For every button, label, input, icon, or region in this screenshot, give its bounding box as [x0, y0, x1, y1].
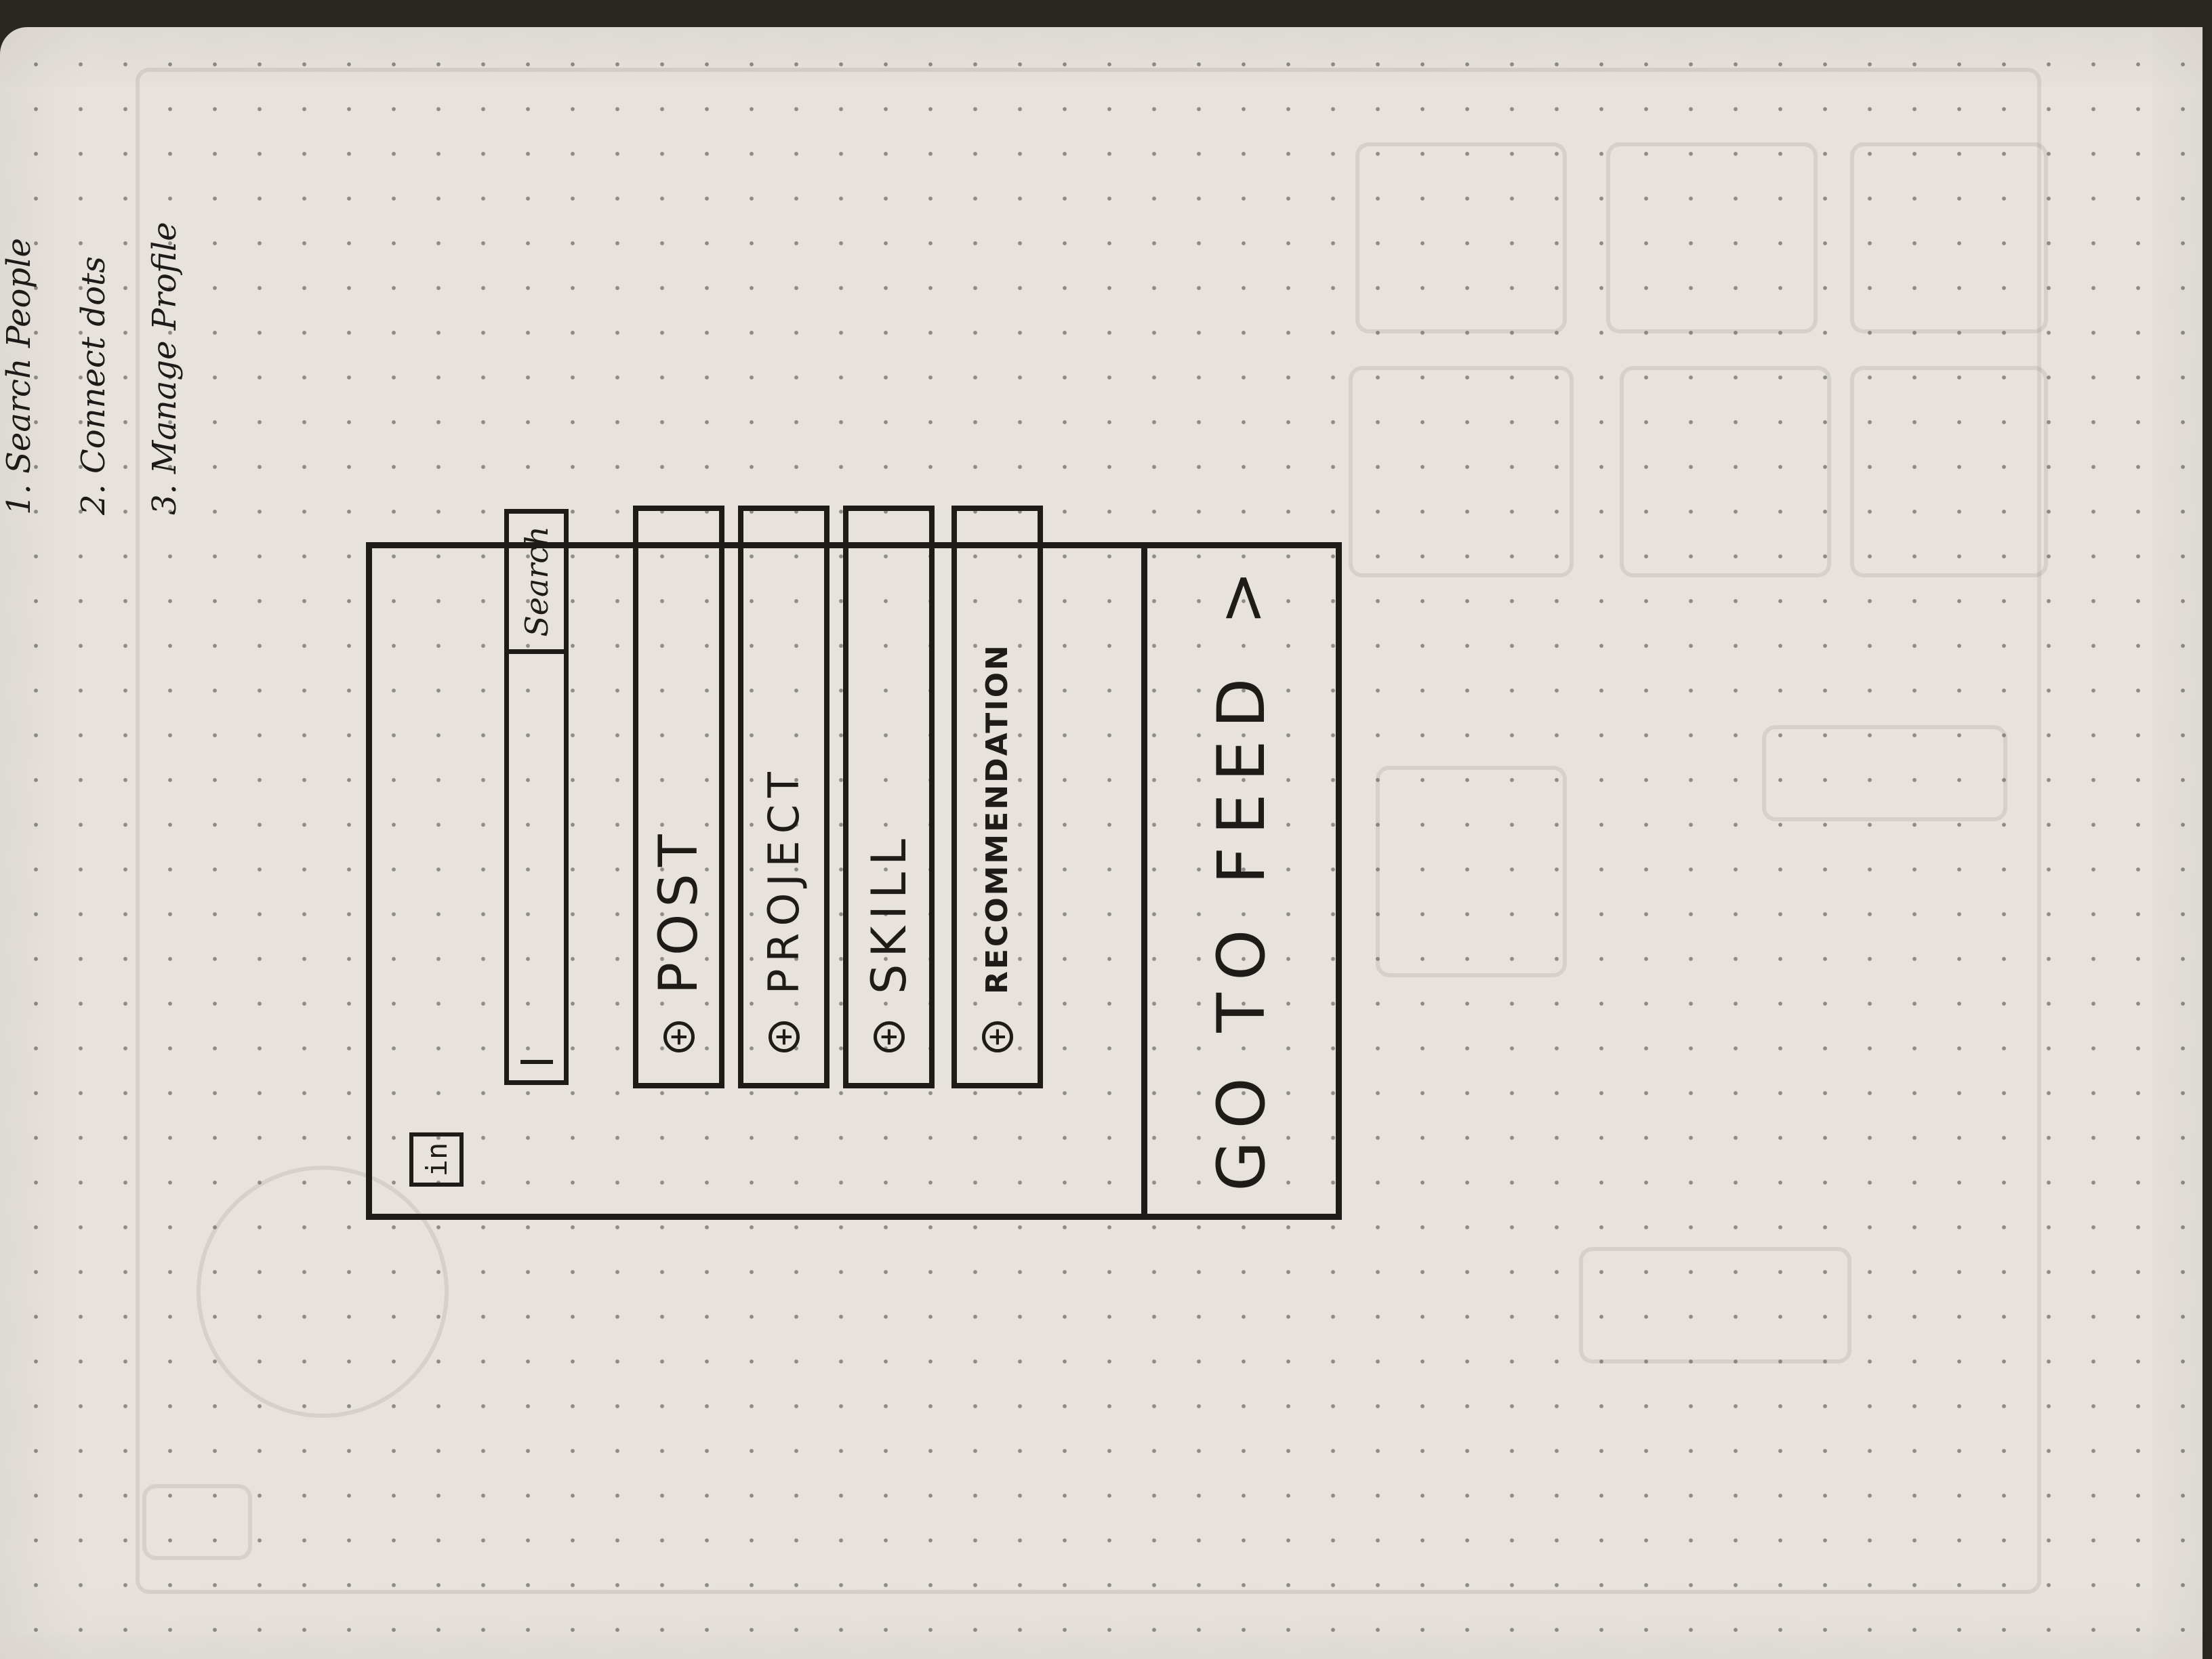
plus-circle-icon: + — [873, 1021, 905, 1052]
linkedin-logo-icon[interactable]: in — [409, 1132, 464, 1187]
ghost-input — [1579, 1247, 1851, 1364]
go-to-feed-button[interactable]: GO TO FEED > — [1141, 548, 1336, 1214]
text-cursor-icon — [520, 1060, 553, 1064]
ghost-card — [1850, 366, 2048, 577]
add-recommendation-label: RECOMMENDATION — [980, 643, 1015, 994]
note-3: 3. Manage Profile — [146, 222, 184, 515]
note-2: 2. Connect dots — [75, 256, 112, 515]
add-project-button[interactable]: + PROJECT — [738, 506, 830, 1088]
ghost-card — [1620, 366, 1831, 577]
plus-circle-icon: + — [663, 1021, 695, 1052]
phone-wireframe: in Search + POST + PROJECT + SKILL + REC… — [366, 506, 1342, 1220]
add-post-button[interactable]: + POST — [633, 506, 724, 1088]
ghost-card — [1349, 366, 1574, 577]
ghost-card — [1355, 142, 1567, 333]
add-post-label: POST — [648, 827, 710, 994]
ghost-image — [1376, 766, 1567, 977]
ghost-card — [1850, 142, 2048, 333]
search-input[interactable] — [509, 654, 564, 1080]
ghost-button — [1762, 725, 2007, 821]
plus-circle-icon: + — [768, 1021, 800, 1052]
search-bar: Search — [504, 509, 569, 1085]
note-1: 1. Search People — [0, 238, 38, 515]
add-project-label: PROJECT — [759, 765, 808, 994]
chevron-right-icon: > — [1204, 570, 1279, 626]
logo-text: in — [419, 1142, 453, 1177]
phone-frame: in Search + POST + PROJECT + SKILL + REC… — [366, 506, 1342, 1220]
search-button-label: Search — [518, 526, 555, 637]
add-skill-button[interactable]: + SKILL — [843, 506, 935, 1088]
plus-circle-icon: + — [981, 1021, 1013, 1052]
add-skill-label: SKILL — [861, 832, 917, 994]
search-button[interactable]: Search — [509, 514, 564, 654]
ghost-card — [1606, 142, 1818, 333]
add-recommendation-button[interactable]: + RECOMMENDATION — [951, 506, 1043, 1088]
ghost-logo — [142, 1484, 252, 1560]
go-to-feed-label: GO TO FEED — [1204, 665, 1279, 1192]
